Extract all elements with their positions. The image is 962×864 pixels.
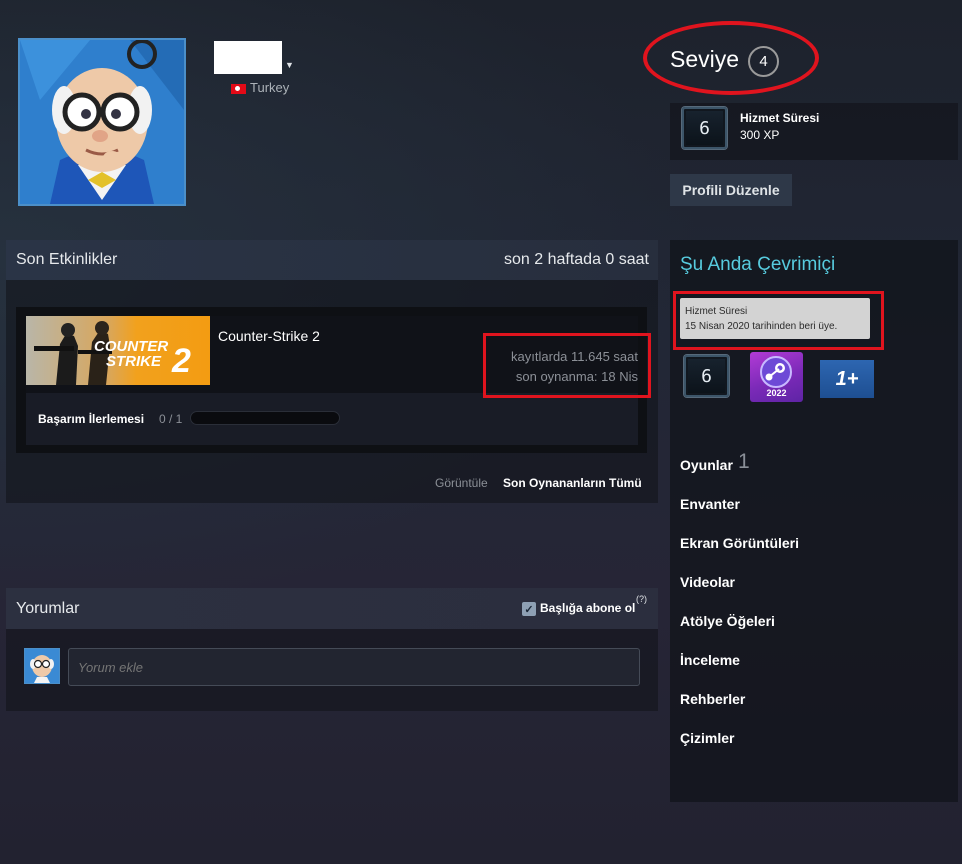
hours-highlight-annotation [483,333,651,398]
commenter-avatar [24,648,60,684]
sidebar-link-inventory[interactable]: Envanter [680,496,740,512]
sidebar-link-videos[interactable]: Videolar [680,574,735,590]
online-status: Şu Anda Çevrimiçi [680,254,836,275]
achievement-count: 0 / 1 [159,412,183,426]
subscribe-help-link[interactable]: (?) [636,594,647,604]
sidebar-link-screenshots[interactable]: Ekran Görüntüleri [680,535,799,551]
sidebar-link-games[interactable]: Oyunlar [680,457,733,473]
tooltip-highlight-annotation [673,291,884,350]
favorite-badge-xp: 300 XP [740,128,780,142]
achievement-progress-label[interactable]: Başarım İlerlemesi [38,412,144,426]
profile-name[interactable] [214,41,282,74]
commenter-avatar-image [25,649,59,683]
recent-hours-summary: son 2 haftada 0 saat [504,251,649,268]
game-collector-badge[interactable]: 1+ [820,360,874,398]
subscribe-label[interactable]: Başlığa abone ol [540,601,635,615]
game-name[interactable]: Counter-Strike 2 [218,328,320,344]
capsule-text-number: 2 [171,342,191,380]
steam-replay-year: 2022 [766,388,787,398]
level-highlight-annotation [643,21,819,95]
turkey-flag-icon [231,84,246,94]
avatar-image [20,40,184,204]
view-all-recent-link[interactable]: Son Oynananların Tümü [503,476,642,490]
games-count[interactable]: 1 [738,450,750,474]
sidebar-link-guides[interactable]: Rehberler [680,691,745,707]
comments-title: Yorumlar [16,600,80,617]
achievement-progress-bar [190,411,340,425]
capsule-text-strike: STRIKE [106,353,162,370]
edit-profile-button[interactable]: Profili Düzenle [670,174,792,206]
name-dropdown-icon[interactable]: ▼ [285,60,294,70]
recent-activity-title: Son Etkinlikler [16,251,118,268]
game-capsule-art: COUNTER STRIKE 2 [34,321,191,385]
subscribe-checkbox[interactable]: ✓ [522,602,536,616]
sidebar-link-workshop[interactable]: Atölye Öğeleri [680,613,775,629]
profile-country: Turkey [250,80,290,95]
favorite-badge-title: Hizmet Süresi [740,111,820,125]
sidebar-link-artwork[interactable]: Çizimler [680,730,734,746]
years-of-service-badge-icon: 6 [682,107,727,149]
game-capsule-image[interactable]: COUNTER STRIKE 2 [26,316,210,385]
profile-avatar[interactable] [18,38,186,206]
years-of-service-badge[interactable]: 6 [684,355,729,397]
view-label: Görüntüle [435,476,488,490]
sidebar-link-reviews[interactable]: İnceleme [680,652,740,668]
comment-input[interactable] [68,648,640,686]
